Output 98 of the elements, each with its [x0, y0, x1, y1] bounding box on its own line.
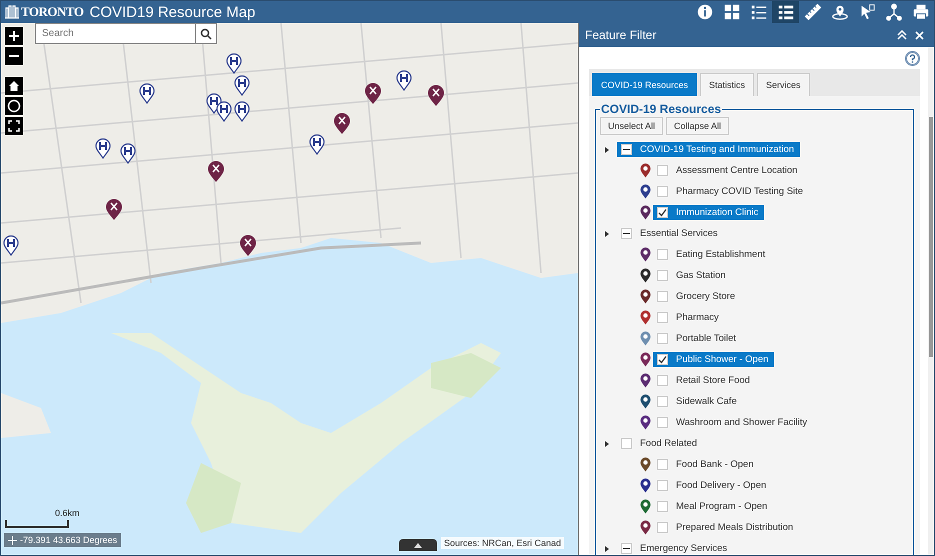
hospital-pin-icon[interactable] [234, 75, 250, 96]
checkbox[interactable] [657, 312, 668, 323]
checkbox[interactable] [657, 165, 668, 176]
logo-text: TORONTO [21, 4, 84, 20]
home-icon [8, 80, 20, 92]
tree-item[interactable]: Gas Station [653, 268, 732, 283]
search-button[interactable] [195, 23, 217, 44]
expand-arrow-icon[interactable] [605, 230, 609, 236]
app-title: COVID19 Resource Map [89, 4, 256, 20]
tree-item[interactable]: Pharmacy [653, 310, 725, 325]
clinic-pin-icon[interactable] [239, 234, 257, 257]
checkbox[interactable] [657, 333, 668, 344]
hospital-pin-icon[interactable] [3, 235, 19, 256]
section-legend: COVID-19 Resources [600, 102, 722, 116]
tree-item[interactable]: Retail Store Food [653, 373, 756, 388]
tab[interactable]: Services [757, 73, 810, 96]
search-icon[interactable] [200, 28, 212, 40]
checkbox[interactable] [657, 291, 668, 302]
info-icon[interactable] [696, 3, 714, 21]
filter-list-icon[interactable] [776, 3, 794, 21]
tab[interactable]: COVID-19 Resources [592, 73, 698, 96]
fullscreen-icon [8, 120, 20, 132]
plus-icon [8, 30, 20, 42]
tree-item[interactable]: Food Bank - Open [653, 457, 760, 472]
hospital-pin-icon[interactable] [309, 134, 325, 155]
hospital-pin-icon[interactable] [234, 101, 250, 122]
locate-button[interactable] [5, 97, 23, 115]
action-button[interactable]: Unselect All [600, 117, 664, 135]
city-hall-icon [5, 5, 19, 19]
clinic-pin-icon[interactable] [207, 160, 225, 183]
expand-tab-button[interactable] [399, 539, 437, 551]
hospital-pin-icon[interactable] [95, 138, 111, 159]
hospital-pin-icon[interactable] [120, 143, 136, 164]
tree-item[interactable]: Immunization Clinic [653, 205, 764, 220]
checkbox[interactable] [657, 522, 668, 533]
fullscreen-button[interactable] [5, 117, 23, 135]
clinic-pin-icon[interactable] [427, 84, 445, 107]
scale-label: 0.6km [55, 508, 80, 518]
home-button[interactable] [5, 77, 23, 95]
expand-arrow-icon[interactable] [605, 440, 609, 446]
expand-arrow-icon[interactable] [605, 546, 609, 552]
checkbox[interactable] [657, 249, 668, 260]
checkbox[interactable] [621, 543, 632, 554]
hospital-pin-icon[interactable] [396, 70, 412, 91]
tree-item[interactable]: Portable Toilet [653, 331, 742, 346]
tree-item[interactable]: Grocery Store [653, 289, 742, 304]
checkbox[interactable] [621, 228, 632, 239]
tree-item[interactable]: Meal Program - Open [653, 499, 774, 514]
tree-group[interactable]: Emergency Services [617, 541, 734, 555]
caret-up-icon [414, 542, 422, 548]
attribution-text: Sources: NRCan, Esri Canad [441, 537, 564, 549]
hospital-pin-icon[interactable] [216, 101, 232, 122]
circle-icon [7, 99, 21, 113]
list-icon[interactable] [750, 3, 768, 21]
tree-group[interactable]: Essential Services [617, 226, 724, 241]
checkbox[interactable] [657, 396, 668, 407]
print-icon[interactable] [912, 3, 930, 21]
checkbox[interactable] [657, 501, 668, 512]
tree-group[interactable]: Food Related [617, 436, 704, 451]
tree-item[interactable]: Pharmacy COVID Testing Site [653, 184, 810, 199]
hospital-pin-icon[interactable] [226, 53, 242, 74]
checkbox[interactable] [657, 207, 668, 218]
coordinates-text: -79.391 43.663 Degrees [20, 535, 118, 545]
checkbox[interactable] [657, 270, 668, 281]
checkbox[interactable] [657, 354, 668, 365]
crosshair-icon [8, 536, 17, 544]
tree-item[interactable]: Sidewalk Cafe [653, 394, 743, 409]
checkbox[interactable] [657, 375, 668, 386]
tree-item[interactable]: Public Shower - Open [653, 352, 774, 367]
tree-item[interactable]: Food Delivery - Open [653, 478, 772, 493]
grid-icon[interactable] [722, 3, 740, 21]
search-field[interactable]: Search [35, 23, 195, 44]
action-button[interactable]: Collapse All [666, 117, 730, 135]
tree-item[interactable]: Washroom and Shower Facility [653, 415, 814, 430]
zoom-in-button[interactable] [5, 27, 23, 45]
zoom-out-button[interactable] [5, 47, 23, 65]
checkbox[interactable] [657, 459, 668, 470]
expand-arrow-icon[interactable] [605, 146, 609, 152]
tree-group[interactable]: COVID-19 Testing and Immunization [617, 142, 800, 157]
clinic-pin-icon[interactable] [333, 112, 351, 135]
network-icon[interactable] [884, 3, 902, 21]
scale-bar [5, 520, 69, 528]
tree-item[interactable]: Prepared Meals Distribution [653, 520, 800, 535]
clinic-pin-icon[interactable] [364, 82, 382, 105]
checkbox[interactable] [657, 480, 668, 491]
help-icon[interactable] [905, 51, 920, 66]
tab[interactable]: Statistics [700, 73, 754, 96]
checkbox[interactable] [621, 438, 632, 449]
checkbox[interactable] [621, 144, 632, 155]
hospital-pin-icon[interactable] [139, 83, 155, 104]
tree-item[interactable]: Eating Establishment [653, 247, 772, 262]
scrollbar[interactable] [928, 47, 934, 555]
tree-item[interactable]: Assessment Centre Location [653, 163, 804, 178]
checkbox[interactable] [657, 186, 668, 197]
panel-title: Feature Filter [585, 28, 658, 42]
clinic-pin-icon[interactable] [105, 198, 123, 221]
checkbox[interactable] [657, 417, 668, 428]
map-pin-icon[interactable] [830, 3, 848, 21]
